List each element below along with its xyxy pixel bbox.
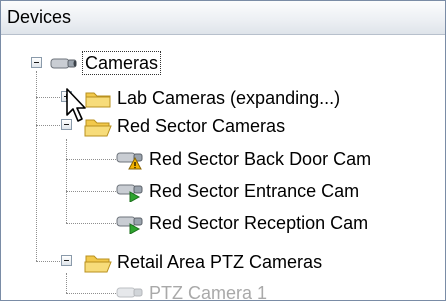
tree-node-camera[interactable]: Red Sector Reception Cam	[115, 211, 368, 235]
folder-open-icon	[84, 255, 112, 273]
expand-toggle-lab-cameras[interactable]	[61, 91, 72, 102]
minus-icon	[64, 124, 69, 125]
folder-icon	[85, 92, 111, 108]
panel-header: Devices	[1, 1, 445, 35]
camera-icon	[50, 58, 77, 69]
camera-warning-icon	[116, 152, 143, 170]
tree-label: PTZ Camera 1	[149, 283, 268, 301]
collapse-toggle-retail-area[interactable]	[61, 255, 72, 266]
tree-node-cameras[interactable]: Cameras	[49, 51, 162, 75]
tree-label: Red Sector Entrance Cam	[149, 181, 360, 201]
tree-node-camera[interactable]: Red Sector Back Door Cam	[115, 147, 371, 171]
tree-connector	[66, 293, 116, 294]
tree-node-camera[interactable]: Red Sector Entrance Cam	[115, 179, 359, 203]
tree-node-camera-disabled[interactable]: PTZ Camera 1	[115, 281, 268, 301]
folder-open-icon	[84, 119, 112, 137]
tree-connector	[66, 159, 116, 160]
tree-label: Cameras	[81, 51, 162, 75]
camera-play-icon	[116, 184, 143, 202]
tree-connector	[36, 71, 37, 261]
minus-icon	[64, 260, 69, 261]
camera-icon	[116, 287, 143, 298]
tree-node-red-sector-cameras[interactable]: Red Sector Cameras	[83, 114, 285, 138]
device-tree[interactable]: Cameras Lab Cameras (expanding...) Red S…	[1, 35, 445, 300]
tree-connector	[66, 223, 116, 224]
tree-node-retail-area-ptz[interactable]: Retail Area PTZ Cameras	[83, 250, 322, 274]
tree-connector	[66, 191, 116, 192]
tree-label: Red Sector Cameras	[117, 116, 286, 136]
tree-connector	[66, 139, 67, 223]
panel-title: Devices	[7, 7, 72, 27]
camera-play-icon	[116, 216, 143, 234]
tree-connector	[66, 273, 67, 293]
tree-label: Retail Area PTZ Cameras	[117, 252, 323, 272]
collapse-toggle-cameras[interactable]	[31, 57, 42, 68]
tree-label: Red Sector Back Door Cam	[149, 149, 372, 169]
tree-label: Red Sector Reception Cam	[149, 213, 369, 233]
minus-icon	[34, 62, 39, 63]
devices-panel: Devices Cameras Lab Cameras (expanding..…	[0, 0, 446, 301]
tree-node-lab-cameras[interactable]: Lab Cameras (expanding...)	[83, 86, 340, 110]
collapse-toggle-red-sector[interactable]	[61, 119, 72, 130]
tree-label: Lab Cameras (expanding...)	[117, 88, 341, 108]
